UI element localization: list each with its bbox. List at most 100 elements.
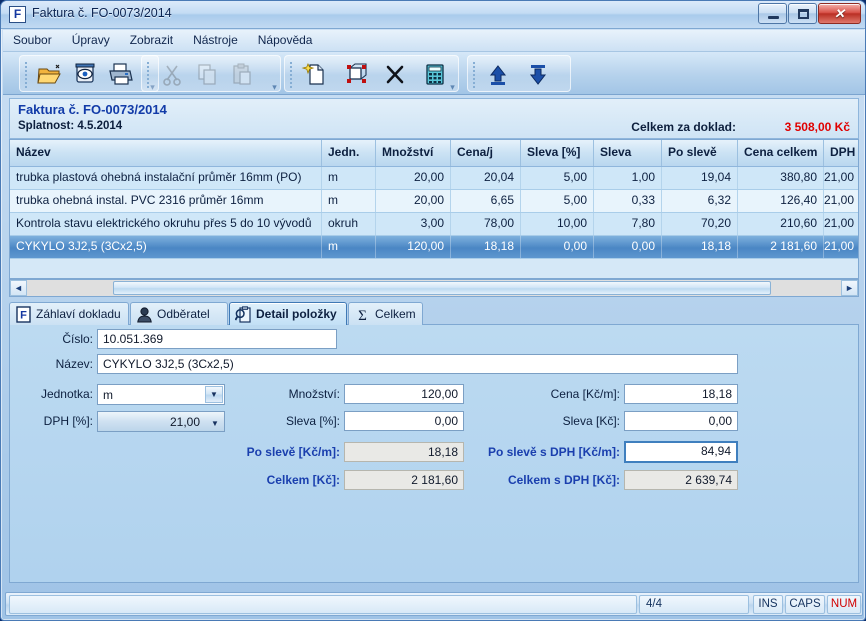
close-icon: ✕ xyxy=(834,6,845,21)
scroll-right-arrow-icon[interactable]: ► xyxy=(841,280,858,296)
grid-header-row: Název Jedn. Množství Cena/j Sleva [%] Sleva Po… xyxy=(10,140,858,167)
print-preview-button[interactable] xyxy=(70,60,100,89)
table-cell: 21,00 xyxy=(824,190,858,212)
table-cell: trubka plastová ohebná instalační průměr… xyxy=(10,167,322,189)
menu-upravy[interactable]: Úpravy xyxy=(62,30,120,52)
cena-input[interactable]: 18,18 xyxy=(624,384,738,404)
table-cell: 0,33 xyxy=(594,190,662,212)
tab-odberatel[interactable]: Odběratel xyxy=(130,302,228,325)
table-cell: 78,00 xyxy=(451,213,521,235)
table-cell: 5,00 xyxy=(521,190,594,212)
calculator-button[interactable] xyxy=(420,60,450,89)
copy-button[interactable] xyxy=(192,60,222,89)
table-cell: 21,00 xyxy=(824,213,858,235)
move-up-button[interactable] xyxy=(483,60,513,89)
menu-napoveda[interactable]: Nápověda xyxy=(248,30,323,52)
toolbar: ▾ ▾ xyxy=(3,52,865,95)
table-cell: m xyxy=(322,236,376,258)
po-sleve-dph-input[interactable]: 84,94 xyxy=(624,441,738,463)
toolbar-overflow-clipboard[interactable]: ▾ xyxy=(270,83,279,92)
toolbar-grip[interactable] xyxy=(146,61,150,88)
table-cell: m xyxy=(322,167,376,189)
grid-column-header[interactable]: Po slevě xyxy=(662,140,738,166)
grid-horizontal-scrollbar[interactable]: ◄ ► xyxy=(9,279,859,297)
print-button[interactable] xyxy=(105,60,135,89)
svg-text:F: F xyxy=(20,310,27,322)
tab-label: Odběratel xyxy=(157,307,210,321)
grid-body[interactable]: trubka plastová ohebná instalační průměr… xyxy=(10,167,858,259)
cislo-input[interactable]: 10.051.369 xyxy=(97,329,337,349)
sleva-pct-input[interactable]: 0,00 xyxy=(344,411,464,431)
po-sleve-value: 18,18 xyxy=(344,442,464,462)
maximize-button[interactable] xyxy=(788,3,817,24)
status-insert-indicator: INS xyxy=(753,595,783,614)
table-row[interactable]: trubka ohebná instal. PVC 2316 průměr 16… xyxy=(10,190,858,213)
table-cell: m xyxy=(322,190,376,212)
tab-label: Detail položky xyxy=(256,307,337,321)
minimize-icon xyxy=(768,16,779,19)
document-due-date: Splatnost: 4.5.2014 xyxy=(18,120,123,132)
tab-label: Celkem xyxy=(375,307,416,321)
tab-celkem[interactable]: Σ Celkem xyxy=(348,302,423,325)
toolbar-grip[interactable] xyxy=(472,61,476,88)
grid-column-header[interactable]: Cena/j xyxy=(451,140,521,166)
maximize-icon xyxy=(798,9,809,19)
item-detail-panel: Číslo: 10.051.369 Název: CYKYLO 3J2,5 (3… xyxy=(9,325,859,583)
grid-column-header[interactable]: Cena celkem xyxy=(738,140,824,166)
cut-button[interactable] xyxy=(157,60,187,89)
menu-zobrazit[interactable]: Zobrazit xyxy=(120,30,183,52)
tab-zahlavi-dokladu[interactable]: F Záhlaví dokladu xyxy=(9,302,129,325)
new-document-icon xyxy=(301,63,324,85)
menu-soubor[interactable]: Soubor xyxy=(3,30,62,52)
line-items-grid[interactable]: Název Jedn. Množství Cena/j Sleva [%] Sleva Po… xyxy=(9,139,859,279)
toolbar-grip[interactable] xyxy=(24,61,28,88)
open-folder-button[interactable] xyxy=(35,60,65,89)
label-jednotka: Jednotka: xyxy=(40,387,93,401)
new-record-button[interactable] xyxy=(300,60,330,89)
paste-button[interactable] xyxy=(227,60,257,89)
invoice-f-icon: F xyxy=(9,6,26,23)
sleva-kc-input[interactable]: 0,00 xyxy=(624,411,738,431)
item-detail-icon xyxy=(235,306,252,323)
close-button[interactable]: ✕ xyxy=(818,3,861,24)
dph-combobox[interactable]: 21,00 ▼ xyxy=(97,411,225,432)
application-window: F Faktura č. FO-0073/2014 ✕ Soubor Úprav… xyxy=(0,0,866,621)
table-cell: 70,20 xyxy=(662,213,738,235)
table-cell: 19,04 xyxy=(662,167,738,189)
tab-detail-polozky[interactable]: Detail položky xyxy=(229,302,347,325)
scroll-left-arrow-icon[interactable]: ◄ xyxy=(10,280,27,296)
toolbar-clipboard-group: ▾ xyxy=(141,55,281,92)
grid-column-header[interactable]: DPH xyxy=(824,140,858,166)
table-cell: 18,18 xyxy=(451,236,521,258)
table-cell: 20,00 xyxy=(376,167,451,189)
jednotka-combobox[interactable]: m ▼ xyxy=(97,384,225,405)
toolbar-grip[interactable] xyxy=(289,61,293,88)
grid-column-header[interactable]: Název xyxy=(10,140,322,166)
table-row[interactable]: Kontrola stavu elektrického okruhu přes … xyxy=(10,213,858,236)
minimize-button[interactable] xyxy=(758,3,787,24)
grid-column-header[interactable]: Sleva [%] xyxy=(521,140,594,166)
toolbar-overflow-record[interactable]: ▾ xyxy=(448,83,457,92)
table-cell: CYKYLO 3J2,5 (3Cx2,5) xyxy=(10,236,322,258)
table-cell: 380,80 xyxy=(738,167,824,189)
nazev-input[interactable]: CYKYLO 3J2,5 (3Cx2,5) xyxy=(97,354,738,374)
move-down-button[interactable] xyxy=(523,60,553,89)
table-row[interactable]: CYKYLO 3J2,5 (3Cx2,5) m 120,00 18,18 0,00 0,0… xyxy=(10,236,858,259)
mnozstvi-input[interactable]: 120,00 xyxy=(344,384,464,404)
table-cell: 126,40 xyxy=(738,190,824,212)
grid-column-header[interactable]: Jedn. xyxy=(322,140,376,166)
toolbar-navigation-group xyxy=(467,55,571,92)
table-row[interactable]: trubka plastová ohebná instalační průměr… xyxy=(10,167,858,190)
scrollbar-thumb[interactable] xyxy=(113,281,771,295)
delete-record-button[interactable] xyxy=(380,60,410,89)
paste-icon xyxy=(233,63,251,85)
edit-record-button[interactable] xyxy=(340,60,370,89)
grid-column-header[interactable]: Sleva xyxy=(594,140,662,166)
menu-nastroje[interactable]: Nástroje xyxy=(183,30,248,52)
tab-label: Záhlaví dokladu xyxy=(36,307,121,321)
label-po-sleve: Po slevě [Kč/m]: xyxy=(246,445,340,459)
label-cena: Cena [Kč/m]: xyxy=(550,387,620,401)
cut-scissors-icon xyxy=(163,65,181,86)
title-bar[interactable]: F Faktura č. FO-0073/2014 ✕ xyxy=(1,1,865,29)
grid-column-header[interactable]: Množství xyxy=(376,140,451,166)
